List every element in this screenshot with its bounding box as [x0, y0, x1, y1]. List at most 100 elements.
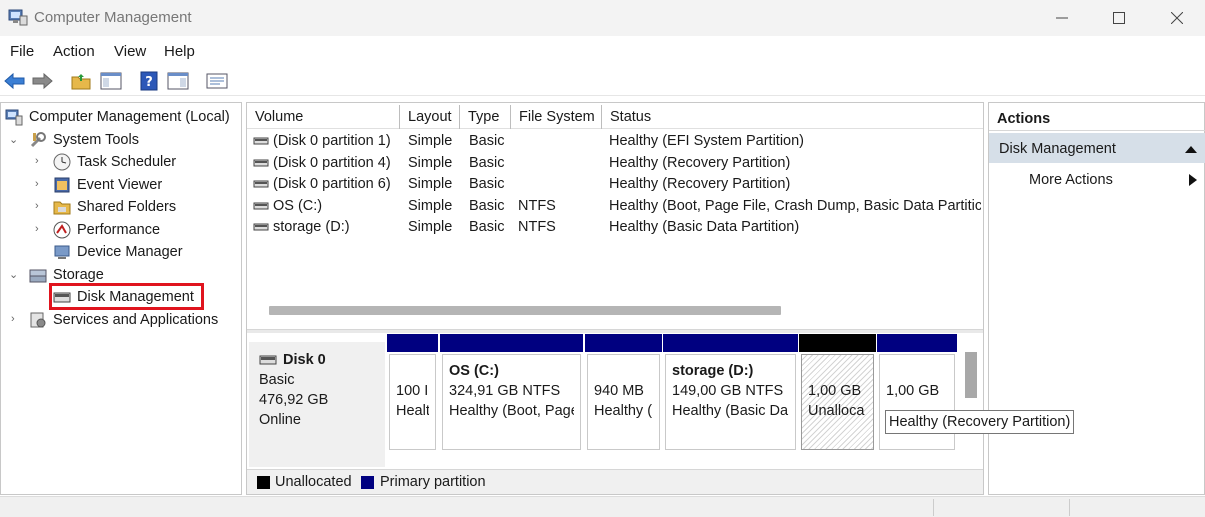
table-cell: Basic: [469, 219, 505, 235]
tree-label: Services and Applications: [53, 312, 219, 328]
partition-body: 100 I Healt: [389, 354, 436, 450]
partition-size: 1,00 GB: [886, 383, 940, 399]
close-button[interactable]: [1148, 0, 1205, 36]
volume-list-header: Volume Layout Type File System Status: [247, 105, 983, 129]
partition-unallocated[interactable]: 1,00 GB Unalloca: [799, 334, 876, 452]
disk-management-view: Volume Layout Type File System Status (D…: [246, 102, 984, 495]
actions-title: Actions: [989, 103, 1205, 131]
partition-color-bar: [877, 334, 957, 352]
computer-management-icon: [8, 9, 28, 26]
table-row[interactable]: OS (C:) Simple Basic NTFS Healthy (Boot, Pag…: [247, 196, 983, 217]
table-cell: Basic: [469, 154, 505, 171]
menu-file[interactable]: File: [10, 43, 34, 60]
partition-primary[interactable]: storage (D:) 149,00 GB NTFS Healthy (Basic…: [663, 334, 798, 452]
tree-item-device-manager[interactable]: Device Manager: [53, 241, 183, 263]
action-pane-button[interactable]: [166, 69, 190, 93]
table-cell: storage (D:): [273, 219, 350, 235]
scrollbar-thumb[interactable]: [269, 306, 781, 315]
table-row[interactable]: (Disk 0 partition 4) Simple Basic Healthy (…: [247, 153, 983, 174]
shared-folder-icon: [53, 201, 71, 215]
column-header-type[interactable]: Type: [460, 105, 511, 129]
tree-label: Storage: [53, 267, 104, 283]
horizontal-scrollbar[interactable]: [247, 301, 983, 317]
tree-item-system-tools[interactable]: System Tools: [29, 129, 139, 151]
volume-icon: [253, 202, 269, 209]
show-hide-action-pane-icon: [167, 72, 189, 90]
chevron-right-icon[interactable]: ›: [35, 178, 39, 190]
tree-item-services-and-applications[interactable]: Services and Applications: [29, 309, 218, 331]
legend-primary: Primary partition: [380, 474, 486, 490]
minimize-icon: [1056, 17, 1068, 19]
column-header-volume[interactable]: Volume: [247, 105, 400, 129]
forward-icon: [32, 72, 53, 90]
tree-label: Task Scheduler: [77, 154, 177, 170]
partition-primary[interactable]: OS (C:) 324,91 GB NTFS Healthy (Boot, Page: [440, 334, 583, 452]
menu-help[interactable]: Help: [164, 43, 195, 60]
chevron-right-icon[interactable]: ›: [11, 313, 15, 325]
column-header-status[interactable]: Status: [602, 105, 983, 129]
minimize-button[interactable]: [1033, 0, 1091, 36]
disk-icon: [259, 355, 277, 365]
maximize-icon: [1113, 12, 1125, 24]
pane-splitter[interactable]: [247, 329, 983, 333]
partition-status: Healthy (Boot, Page: [449, 403, 574, 419]
tree-label: System Tools: [53, 132, 139, 148]
status-bar: [0, 496, 1205, 517]
computer-management-icon: [5, 109, 23, 126]
partition-color-bar: [585, 334, 662, 352]
chevron-down-icon[interactable]: ⌄: [9, 268, 18, 281]
partition-primary[interactable]: 940 MB Healthy (: [585, 334, 662, 452]
disk-state: Online: [259, 412, 301, 428]
selection-highlight: [49, 283, 204, 310]
properties-icon: [206, 73, 228, 89]
table-cell: Basic: [469, 133, 505, 149]
volume-icon: [253, 223, 269, 231]
partition-status: Healthy (: [594, 403, 653, 419]
back-icon: [4, 72, 25, 90]
table-row[interactable]: (Disk 0 partition 1) Simple Basic Healthy (…: [247, 131, 983, 152]
title-bar: Computer Management: [0, 0, 1205, 36]
tree-item-performance[interactable]: Performance: [53, 219, 160, 241]
partition-status: Unalloca: [808, 403, 865, 419]
chevron-right-icon[interactable]: ›: [35, 200, 39, 212]
chevron-right-icon[interactable]: ›: [35, 155, 39, 167]
vertical-scrollbar-thumb[interactable]: [965, 352, 977, 398]
up-folder-icon: [71, 74, 91, 90]
column-header-file-system[interactable]: File System: [511, 105, 602, 129]
back-button[interactable]: [3, 69, 27, 93]
partition-size: 100 I: [396, 383, 429, 399]
up-folder-button[interactable]: [69, 69, 93, 93]
menu-bar: File Action View Help: [0, 38, 1205, 66]
table-cell: NTFS: [518, 197, 556, 214]
tools-icon: [30, 132, 46, 148]
partition-primary[interactable]: 100 I Healt: [387, 334, 438, 452]
actions-section-disk-management[interactable]: Disk Management: [989, 133, 1205, 163]
table-row[interactable]: (Disk 0 partition 6) Simple Basic Healthy (…: [247, 174, 983, 195]
table-cell: Simple: [408, 197, 453, 214]
column-header-layout[interactable]: Layout: [400, 105, 460, 129]
menu-view[interactable]: View: [114, 43, 146, 60]
disk-graphical-view: Disk 0 Basic 476,92 GB Online 100 I Healt…: [247, 334, 983, 469]
table-cell: (Disk 0 partition 6): [273, 176, 391, 192]
tree-item-task-scheduler[interactable]: Task Scheduler: [53, 151, 176, 173]
submenu-arrow-icon: [1189, 174, 1197, 186]
table-row[interactable]: storage (D:) Simple Basic NTFS Healthy (Basi…: [247, 217, 983, 238]
maximize-button[interactable]: [1090, 0, 1148, 36]
menu-action[interactable]: Action: [53, 43, 95, 60]
tree-item-shared-folders[interactable]: Shared Folders: [53, 196, 176, 218]
more-actions-item[interactable]: More Actions: [1029, 172, 1113, 188]
partition-primary[interactable]: 1,00 GB: [877, 334, 957, 452]
chevron-right-icon[interactable]: ›: [35, 223, 39, 235]
properties-button[interactable]: [205, 69, 229, 93]
disk-info-box[interactable]: Disk 0 Basic 476,92 GB Online: [249, 342, 385, 467]
forward-button[interactable]: [30, 69, 54, 93]
partition-size: 940 MB: [594, 383, 644, 399]
table-cell: Basic: [469, 176, 505, 192]
legend: Unallocated Primary partition: [247, 469, 983, 494]
help-button[interactable]: ?: [137, 69, 161, 93]
tree-item-event-viewer[interactable]: Event Viewer: [53, 174, 162, 196]
more-actions-label: More Actions: [1029, 172, 1113, 188]
chevron-down-icon[interactable]: ⌄: [9, 133, 18, 146]
console-tree-button[interactable]: [99, 69, 123, 93]
tree-item-computer-management[interactable]: Computer Management (Local): [5, 106, 230, 128]
